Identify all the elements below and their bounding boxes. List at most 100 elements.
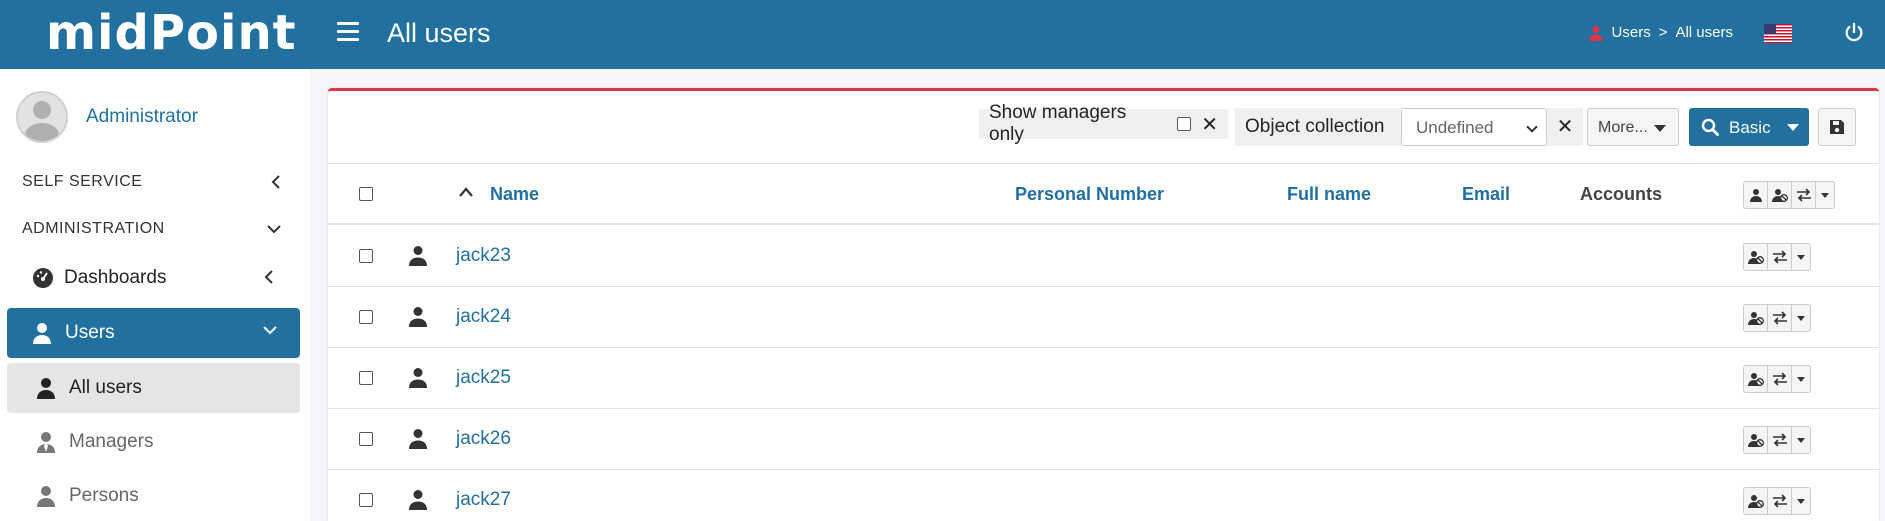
manager-icon [37,432,55,453]
show-managers-label: Show managers only [989,102,1127,145]
table-header: Name Personal Number Full name Email Acc… [328,164,1879,225]
disable-user-icon[interactable] [1744,488,1768,514]
actions-dropdown-icon[interactable] [1816,182,1834,208]
row-checkbox[interactable] [359,371,373,385]
row-actions [1743,243,1811,271]
breadcrumb-users[interactable]: Users [1612,24,1651,41]
user-icon [409,490,427,510]
dashboard-icon [33,268,53,288]
more-button[interactable]: More... [1587,108,1679,146]
basic-label: Basic [1729,118,1771,137]
reconcile-icon[interactable] [1768,305,1792,331]
sidebar: Administrator SELF SERVICE ADMINISTRATIO… [0,69,310,521]
more-label: More... [1598,119,1648,136]
section-self-service[interactable]: SELF SERVICE [22,173,282,191]
actions-dropdown-icon[interactable] [1792,488,1810,514]
users-table-card: Show managers only ✕ Object collection U… [328,88,1879,521]
user-icon [37,378,55,399]
save-icon [1830,120,1844,134]
reconcile-icon[interactable] [1768,488,1792,514]
chevron-left-icon [271,175,280,189]
row-checkbox[interactable] [359,432,373,446]
menu-toggle-icon[interactable] [337,22,359,42]
user-icon [37,486,55,507]
chevron-left-icon [264,270,273,284]
breadcrumb-all-users[interactable]: All users [1675,24,1733,41]
show-managers-checkbox[interactable] [1177,117,1192,131]
select-all-checkbox[interactable] [359,187,373,201]
reconcile-icon[interactable] [1768,366,1792,392]
clear-filter-icon[interactable]: ✕ [1201,112,1218,137]
row-actions [1743,487,1811,515]
reconcile-icon[interactable] [1792,182,1816,208]
disable-user-icon[interactable] [1744,244,1768,270]
sidebar-item-label: All users [69,377,142,398]
user-icon [409,307,427,327]
table-row: jack25 [328,348,1879,409]
sidebar-item-dashboards[interactable]: Dashboards [7,253,300,303]
disable-user-icon[interactable] [1744,305,1768,331]
clear-collection-icon[interactable]: ✕ [1547,108,1583,146]
profile-name[interactable]: Administrator [86,106,198,128]
top-header: midPoint All users Users > All users [0,0,1885,69]
table-row: jack27 [328,470,1879,521]
section-label: SELF SERVICE [22,173,143,190]
chevron-down-icon [263,326,277,335]
disable-user-icon[interactable] [1744,366,1768,392]
power-icon[interactable] [1843,22,1865,44]
save-search-button[interactable] [1818,108,1856,146]
reconcile-icon[interactable] [1768,244,1792,270]
chevron-down-icon [1526,121,1538,133]
disable-user-icon[interactable] [1744,427,1768,453]
sidebar-item-all-users[interactable]: All users [7,363,300,413]
breadcrumb-separator: > [1658,24,1668,41]
sort-ascending-icon[interactable] [458,186,474,198]
user-icon [409,429,427,449]
column-header-personal-number[interactable]: Personal Number [1015,184,1164,205]
enable-user-icon[interactable] [1744,182,1768,208]
section-administration[interactable]: ADMINISTRATION [22,220,282,238]
row-actions [1743,304,1811,332]
user-name-link[interactable]: jack24 [456,306,511,328]
midpoint-logo[interactable]: midPoint [46,2,297,64]
user-icon [1588,25,1603,41]
row-actions [1743,426,1811,454]
actions-dropdown-icon[interactable] [1792,427,1810,453]
actions-dropdown-icon[interactable] [1792,244,1810,270]
show-managers-filter: Show managers only ✕ [979,102,1228,145]
sidebar-item-label: Managers [69,431,154,452]
logo-text: midPoint [46,5,297,61]
user-name-link[interactable]: jack26 [456,428,511,450]
breadcrumb: Users > All users [1588,24,1733,41]
section-label: ADMINISTRATION [22,220,165,237]
user-name-link[interactable]: jack23 [456,245,511,267]
row-checkbox[interactable] [359,249,373,263]
sidebar-item-label: Users [65,322,115,343]
actions-dropdown-icon[interactable] [1792,366,1810,392]
user-icon [409,246,427,266]
disable-user-icon[interactable] [1768,182,1792,208]
user-name-link[interactable]: jack27 [456,489,511,511]
object-collection-filter: Object collection [1235,108,1401,146]
caret-down-icon [1787,124,1799,131]
us-flag-icon[interactable] [1764,24,1792,43]
reconcile-icon[interactable] [1768,427,1792,453]
column-header-full-name[interactable]: Full name [1287,184,1371,205]
table-row: jack24 [328,287,1879,348]
sidebar-item-users[interactable]: Users [7,308,300,358]
object-collection-select[interactable]: Undefined [1401,108,1547,146]
column-header-name[interactable]: Name [490,184,539,205]
object-collection-value: Undefined [1416,118,1494,137]
sidebar-item-managers[interactable]: Managers [7,417,300,467]
actions-dropdown-icon[interactable] [1792,305,1810,331]
user-name-link[interactable]: jack25 [456,367,511,389]
column-header-email[interactable]: Email [1462,184,1510,205]
row-actions [1743,365,1811,393]
sidebar-item-persons[interactable]: Persons [7,471,300,521]
basic-search-button[interactable]: Basic [1689,108,1809,146]
chevron-down-icon [267,225,281,234]
row-checkbox[interactable] [359,310,373,324]
row-checkbox[interactable] [359,493,373,507]
page-title: All users [387,18,491,48]
user-profile[interactable]: Administrator [16,91,198,143]
